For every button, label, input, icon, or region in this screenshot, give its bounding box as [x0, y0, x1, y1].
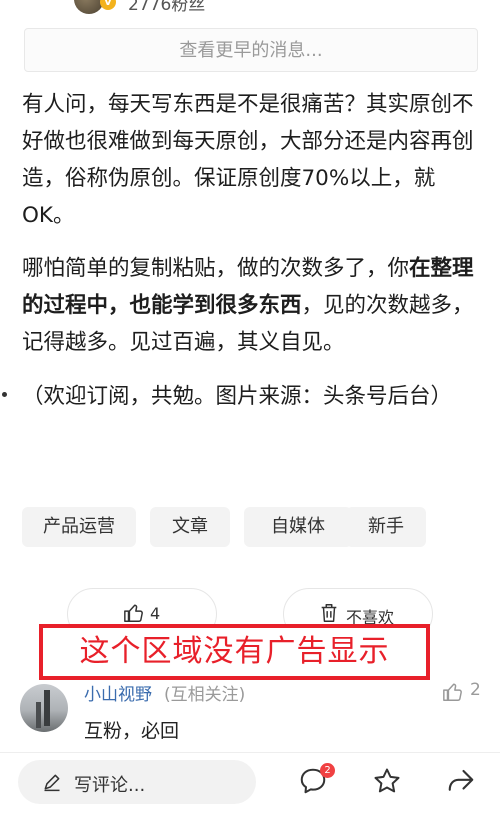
write-comment-input[interactable]: 写评论...	[18, 760, 256, 804]
pen-icon	[42, 772, 62, 796]
commenter-avatar[interactable]	[20, 684, 68, 732]
author-header: v 2776粉丝	[0, 0, 500, 15]
avatar-photo-detail	[36, 702, 41, 728]
view-earlier-messages-button[interactable]: 查看更早的消息...	[24, 28, 478, 72]
comment-text: 互粉，必回	[84, 720, 180, 742]
verified-badge-icon: v	[100, 0, 116, 10]
article-paragraph-1: 有人问，每天写东西是不是很痛苦？其实原创不好做也很难做到每天原创，大部分还是内容…	[22, 92, 474, 228]
like-count: 4	[150, 604, 161, 623]
article-paragraph-3: （欢迎订阅，共勉。图片来源：头条号后台）	[22, 384, 453, 409]
paragraph-2-text: 哪怕简单的复制粘贴，做的次数多了，你	[22, 256, 410, 281]
tag-chip[interactable]: 自媒体	[244, 507, 352, 547]
tag-chip[interactable]: 文章	[150, 507, 230, 547]
avatar-photo-detail	[44, 690, 50, 726]
share-icon[interactable]	[446, 766, 476, 800]
article-paragraph-2: 哪怕简单的复制粘贴，做的次数多了，你在整理的过程中，也能学到很多东西，见的次数越…	[22, 250, 482, 361]
commenter-name[interactable]: 小山视野	[84, 680, 152, 705]
tag-chip[interactable]: 新手	[346, 507, 426, 547]
thumbs-up-icon[interactable]	[442, 681, 464, 707]
comment-like-count: 2	[470, 680, 481, 700]
ad-placeholder-box: 这个区域没有广告显示	[39, 624, 430, 680]
comment-count-badge: 2	[320, 763, 335, 778]
fans-count: 2776粉丝	[128, 0, 206, 15]
tag-chip[interactable]: 产品运营	[22, 507, 136, 547]
ad-notice-text: 这个区域没有广告显示	[79, 634, 390, 669]
bullet-dot	[2, 392, 7, 397]
star-icon[interactable]	[372, 766, 402, 800]
write-comment-placeholder: 写评论...	[74, 775, 146, 796]
follow-relation: (互相关注)	[164, 685, 246, 705]
